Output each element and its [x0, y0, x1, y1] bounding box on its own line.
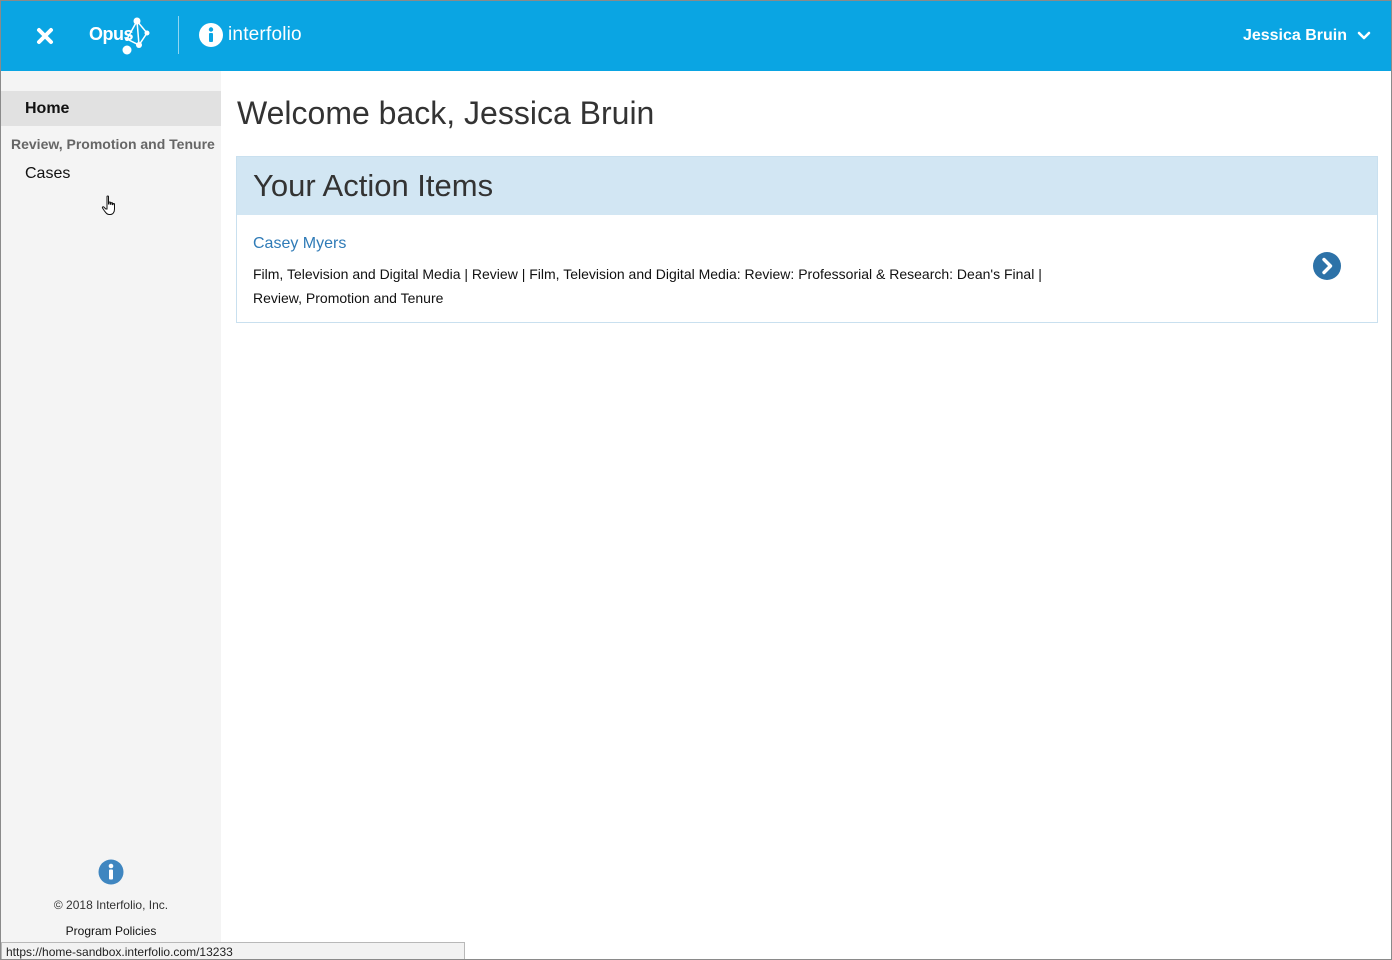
- sidebar-item-home[interactable]: Home: [1, 91, 221, 126]
- app-window: Opus interfolio Jessica Bruin Home Revie…: [0, 0, 1392, 960]
- action-items-panel: Your Action Items Casey Myers Film, Tele…: [236, 156, 1378, 323]
- interfolio-logo[interactable]: interfolio: [199, 21, 302, 49]
- action-items-title: Your Action Items: [237, 157, 1377, 215]
- action-item-name-link[interactable]: Casey Myers: [253, 235, 346, 253]
- copyright-text: © 2018 Interfolio, Inc.: [53, 898, 169, 912]
- sidebar: Home Review, Promotion and Tenure Cases …: [1, 71, 221, 959]
- sidebar-section-rpt: Review, Promotion and Tenure: [11, 136, 215, 152]
- interfolio-logo-text: interfolio: [228, 24, 302, 45]
- status-url-bar: https://home-sandbox.interfolio.com/1323…: [1, 942, 465, 959]
- user-menu[interactable]: Jessica Bruin: [1243, 23, 1371, 49]
- action-item-description: Film, Television and Digital Media | Rev…: [253, 266, 1042, 306]
- close-icon: [37, 28, 53, 44]
- info-icon: [98, 859, 124, 885]
- opus-logo[interactable]: Opus: [89, 15, 159, 57]
- sidebar-footer: © 2018 Interfolio, Inc. Program Policies: [1, 859, 221, 938]
- chevron-down-icon: [1357, 31, 1371, 40]
- program-policies-link[interactable]: Program Policies: [1, 924, 221, 938]
- hand-cursor-icon: [101, 195, 115, 215]
- close-button[interactable]: [31, 22, 59, 50]
- user-name: Jessica Bruin: [1242, 27, 1347, 44]
- chevron-right-circle-icon[interactable]: [1313, 252, 1341, 280]
- page-title: Welcome back, Jessica Bruin: [237, 95, 655, 131]
- action-item: Casey Myers Film, Television and Digital…: [237, 215, 1377, 322]
- sidebar-item-cases[interactable]: Cases: [25, 165, 70, 183]
- interfolio-i-icon: [199, 23, 223, 47]
- opus-constellation-icon: [122, 17, 150, 55]
- logo-divider: [178, 16, 179, 54]
- top-bar: Opus interfolio Jessica Bruin: [1, 1, 1391, 71]
